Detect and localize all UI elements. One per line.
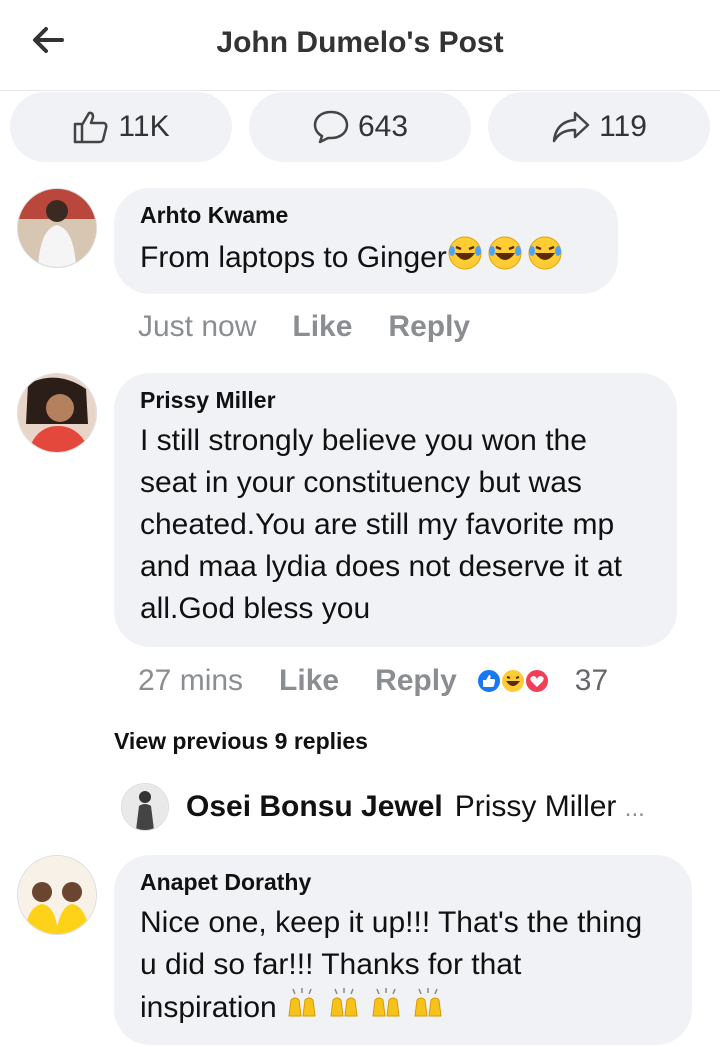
- comment-bubble: Arhto Kwame From laptops to Ginger: [114, 188, 618, 294]
- comment-meta: 27 mins Like Reply 37: [138, 664, 644, 698]
- view-previous-replies-link[interactable]: View previous 9 replies: [114, 728, 368, 755]
- reply-ellipsis: ...: [624, 795, 645, 822]
- avatar[interactable]: [17, 855, 97, 935]
- thumbs-up-icon: [74, 111, 108, 144]
- reply-button[interactable]: Reply: [388, 310, 470, 344]
- comment-line: Nice one, keep it up!!! That's the thing: [140, 906, 643, 939]
- comment-author[interactable]: Arhto Kwame: [140, 202, 592, 229]
- comment-text: Nice one, keep it up!!! That's the thing…: [140, 902, 666, 1032]
- reply-preview[interactable]: Osei Bonsu Jewel Prissy Miller ...: [186, 790, 645, 824]
- comment-line: seat in your constituency but was: [140, 466, 582, 499]
- speech-bubble-icon: [313, 110, 349, 144]
- share-arrow-icon: [552, 111, 590, 143]
- comment-line: inspiration: [140, 990, 277, 1024]
- avatar[interactable]: [17, 188, 97, 268]
- top-bar: John Dumelo's Post: [0, 0, 720, 91]
- likes-button[interactable]: 11K: [10, 92, 232, 162]
- comment-body: From laptops to Ginger: [140, 240, 447, 274]
- reply-author[interactable]: Osei Bonsu Jewel: [186, 790, 443, 823]
- comment-meta: Just now Like Reply: [138, 310, 506, 344]
- comment-line: cheated.You are still my favorite mp: [140, 508, 615, 541]
- comment-bubble: Anapet Dorathy Nice one, keep it up!!! T…: [114, 855, 692, 1045]
- comment-time: Just now: [138, 310, 257, 343]
- page-title: John Dumelo's Post: [216, 26, 504, 59]
- likes-count: 11K: [118, 110, 170, 143]
- reply-button[interactable]: Reply: [375, 664, 457, 698]
- love-reaction-icon: [523, 668, 550, 694]
- comment-line-with-emoji: inspiration: [140, 986, 666, 1032]
- reaction-count[interactable]: 37: [575, 664, 608, 698]
- reactions-summary[interactable]: [475, 667, 551, 695]
- laughing-emoji-icon: [447, 235, 567, 283]
- comments-count: 643: [357, 110, 409, 143]
- shares-button[interactable]: 119: [488, 92, 710, 162]
- like-button[interactable]: Like: [279, 664, 339, 698]
- comment-author[interactable]: Prissy Miller: [140, 387, 651, 414]
- clapping-hands-emoji-icon: [285, 986, 455, 1032]
- reply-preview-text: Prissy Miller: [454, 790, 617, 823]
- comment-line: I still strongly believe you won the: [140, 424, 587, 457]
- comments-button[interactable]: 643: [249, 92, 471, 162]
- comment-time: 27 mins: [138, 664, 244, 697]
- comment-text: From laptops to Ginger: [140, 235, 592, 283]
- comment-line: u did so far!!! Thanks for that: [140, 948, 522, 981]
- avatar[interactable]: [121, 783, 169, 831]
- comment-line: and maa lydia does not deserve it at: [140, 550, 622, 583]
- comment-line: all.God bless you: [140, 592, 371, 625]
- like-button[interactable]: Like: [292, 310, 352, 344]
- comment-bubble: Prissy Miller I still strongly believe y…: [114, 373, 677, 647]
- shares-count: 119: [599, 110, 647, 143]
- comment-author[interactable]: Anapet Dorathy: [140, 869, 666, 896]
- comment-text: I still strongly believe you won the sea…: [140, 420, 651, 630]
- avatar[interactable]: [17, 373, 97, 453]
